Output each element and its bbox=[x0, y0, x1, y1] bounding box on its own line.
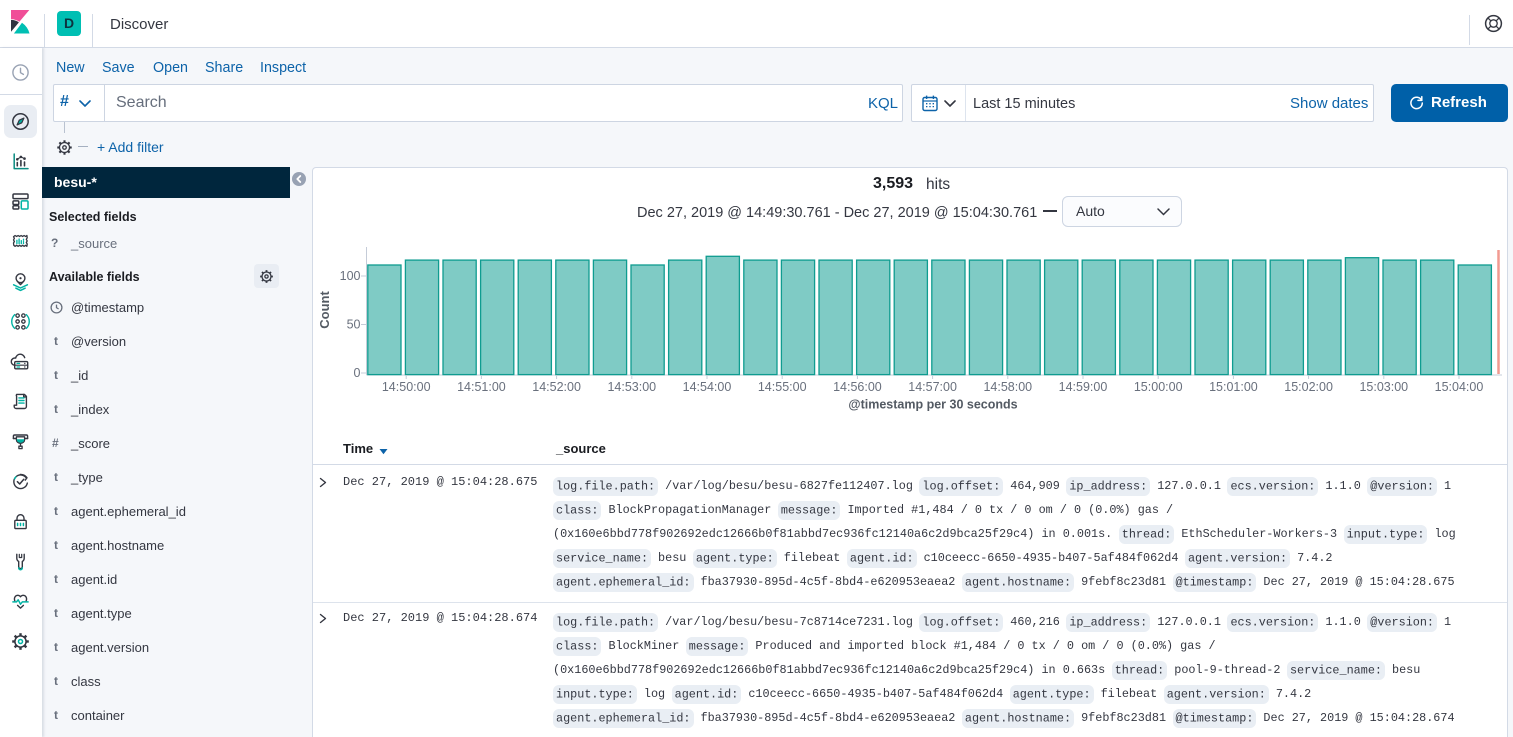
svg-text:0: 0 bbox=[354, 366, 361, 380]
svg-text:15:04:00: 15:04:00 bbox=[1435, 380, 1484, 394]
svg-text:14:52:00: 14:52:00 bbox=[532, 380, 581, 394]
svg-text:100: 100 bbox=[340, 269, 361, 283]
svg-text:15:02:00: 15:02:00 bbox=[1284, 380, 1333, 394]
svg-text:15:00:00: 15:00:00 bbox=[1134, 380, 1183, 394]
svg-text:14:50:00: 14:50:00 bbox=[382, 380, 431, 394]
svg-text:15:01:00: 15:01:00 bbox=[1209, 380, 1258, 394]
svg-text:14:55:00: 14:55:00 bbox=[758, 380, 807, 394]
svg-text:15:03:00: 15:03:00 bbox=[1359, 380, 1408, 394]
svg-text:14:51:00: 14:51:00 bbox=[457, 380, 506, 394]
svg-text:14:56:00: 14:56:00 bbox=[833, 380, 882, 394]
svg-text:14:53:00: 14:53:00 bbox=[607, 380, 656, 394]
svg-text:14:58:00: 14:58:00 bbox=[983, 380, 1032, 394]
svg-text:Count: Count bbox=[317, 291, 332, 329]
svg-text:50: 50 bbox=[347, 318, 361, 332]
svg-text:14:54:00: 14:54:00 bbox=[683, 380, 732, 394]
svg-text:14:59:00: 14:59:00 bbox=[1059, 380, 1108, 394]
svg-text:14:57:00: 14:57:00 bbox=[908, 380, 957, 394]
svg-text:@timestamp per 30 seconds: @timestamp per 30 seconds bbox=[848, 398, 1017, 412]
